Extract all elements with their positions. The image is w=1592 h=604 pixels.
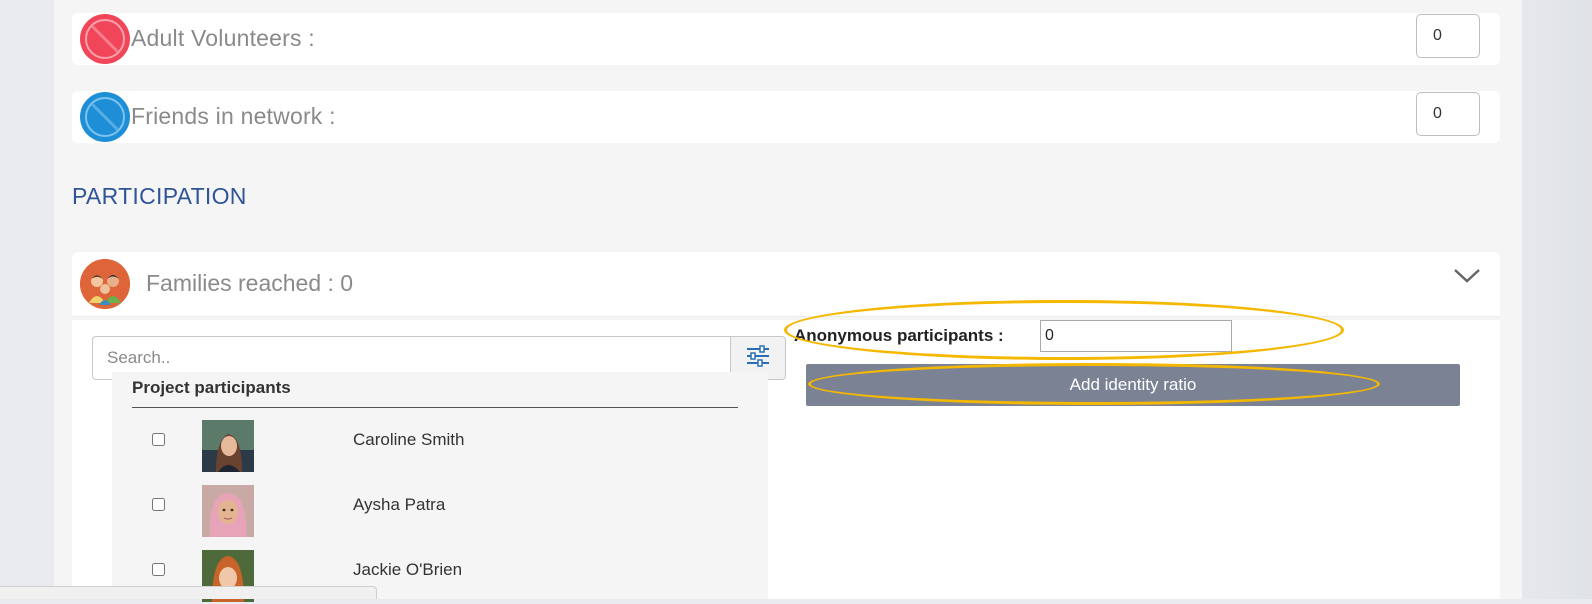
participant-name: Aysha Patra <box>353 495 446 514</box>
participant-photo <box>202 485 254 537</box>
participant-checkbox[interactable] <box>152 498 165 511</box>
participant-checkbox[interactable] <box>152 563 165 576</box>
participants-panel: Project participants Caroline Smith Aysh… <box>112 372 768 602</box>
families-reached-body: Project participants Caroline Smith <box>72 300 1500 602</box>
stat-label: Adult Volunteers : <box>131 25 315 51</box>
participant-row: Caroline Smith <box>112 420 768 474</box>
family-group-icon <box>80 259 130 309</box>
participant-name: Caroline Smith <box>353 430 465 449</box>
participant-name: Jackie O'Brien <box>353 560 463 579</box>
sliders-icon <box>745 344 771 373</box>
blue-circle-icon <box>80 92 130 142</box>
anonymous-participants-input[interactable] <box>1040 320 1232 352</box>
right-gutter <box>1522 0 1592 599</box>
anonymous-participants-label: Anonymous participants : <box>794 326 1004 345</box>
participant-row: Aysha Patra <box>112 485 768 539</box>
participant-photo <box>202 420 254 472</box>
friends-network-input[interactable] <box>1416 92 1480 136</box>
chevron-down-icon[interactable] <box>1452 264 1482 288</box>
red-circle-icon <box>80 14 130 64</box>
families-reached-header[interactable]: Families reached : 0 <box>72 252 1500 317</box>
bottom-status-bar <box>0 586 377 599</box>
divider <box>132 407 738 408</box>
participants-title: Project participants <box>132 378 291 397</box>
participant-checkbox[interactable] <box>152 433 165 446</box>
stat-row-adult-volunteers: Adult Volunteers : <box>72 13 1500 65</box>
stat-label: Friends in network : <box>131 103 336 129</box>
section-title-participation: PARTICIPATION <box>72 183 247 209</box>
add-identity-ratio-button[interactable]: Add identity ratio <box>806 364 1460 406</box>
families-reached-title: Families reached : 0 <box>146 270 354 296</box>
stat-row-friends-network: Friends in network : <box>72 91 1500 143</box>
adult-volunteers-input[interactable] <box>1416 14 1480 58</box>
